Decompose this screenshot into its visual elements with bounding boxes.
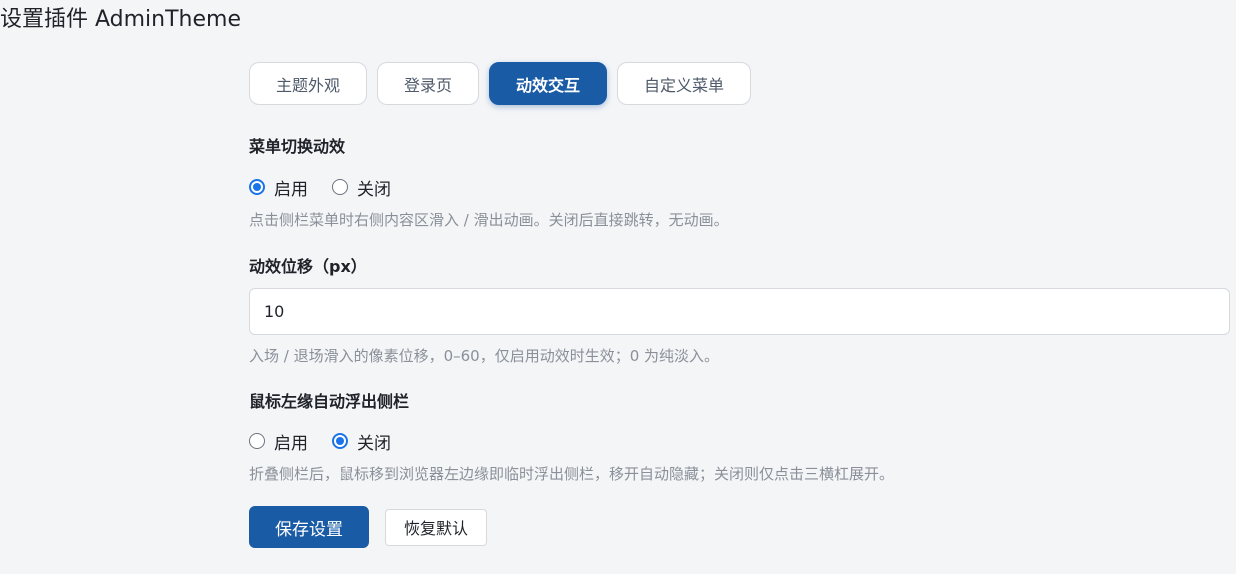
animation-offset-title: 动效位移（px） [249,257,367,276]
radio-checked-icon[interactable] [332,433,348,449]
menu-animation-enable-option[interactable]: 启用 [249,175,308,200]
form-actions: 保存设置 恢复默认 [249,506,488,548]
tab-animation-interaction[interactable]: 动效交互 [489,62,608,105]
reset-button[interactable]: 恢复默认 [385,508,488,546]
radio-checked-icon[interactable] [249,179,265,195]
edge-hover-enable-option[interactable]: 启用 [249,429,308,454]
animation-offset-input[interactable] [249,288,1230,335]
radio-unchecked-icon[interactable] [249,433,265,449]
tab-login-page[interactable]: 登录页 [377,62,480,105]
radio-label: 关闭 [357,433,391,454]
menu-animation-disable-option[interactable]: 关闭 [332,175,391,200]
page-title: 设置插件 AdminTheme [0,7,241,32]
menu-animation-title: 菜单切换动效 [249,137,346,156]
radio-label: 启用 [274,433,308,454]
edge-hover-title: 鼠标左缘自动浮出侧栏 [249,392,410,411]
radio-label: 关闭 [357,179,391,200]
menu-animation-radio-group: 启用 关闭 [249,175,415,200]
tab-bar: 主题外观 登录页 动效交互 自定义菜单 [249,62,1230,105]
edge-hover-radio-group: 启用 关闭 [249,429,415,454]
radio-label: 启用 [274,179,308,200]
radio-unchecked-icon[interactable] [332,179,348,195]
save-button[interactable]: 保存设置 [249,506,369,548]
edge-hover-hint: 折叠侧栏后，鼠标移到浏览器左边缘即临时浮出侧栏，移开自动隐藏；关闭则仅点击三横杠… [249,465,895,483]
tab-custom-menu[interactable]: 自定义菜单 [617,62,752,105]
menu-animation-hint: 点击侧栏菜单时右侧内容区滑入 / 滑出动画。关闭后直接跳转，无动画。 [249,211,729,229]
animation-offset-hint: 入场 / 退场滑入的像素位移，0–60，仅启用动效时生效；0 为纯淡入。 [249,347,720,365]
edge-hover-disable-option[interactable]: 关闭 [332,429,391,454]
tab-theme-appearance[interactable]: 主题外观 [249,62,368,105]
settings-panel: 主题外观 登录页 动效交互 自定义菜单 菜单切换动效 启用 关闭 点击侧栏菜单时… [249,62,1230,548]
